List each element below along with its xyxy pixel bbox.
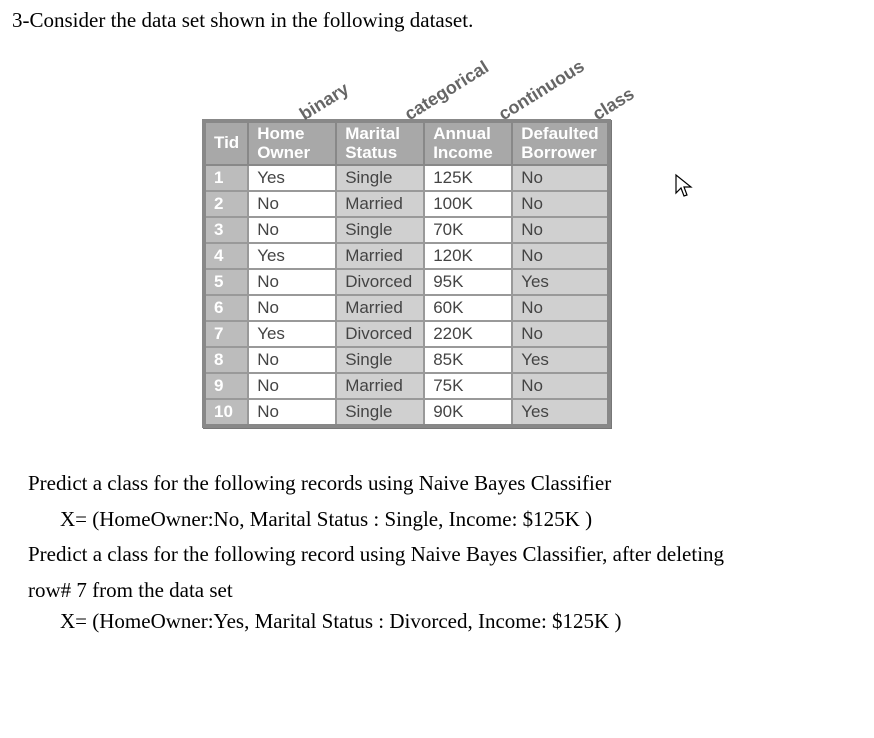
table-row: 6NoMarried60KNo bbox=[204, 295, 609, 321]
table-row: 2NoMarried100KNo bbox=[204, 191, 609, 217]
table-row: 4YesMarried120KNo bbox=[204, 243, 609, 269]
cell-home-owner: No bbox=[248, 191, 336, 217]
cell-home-owner: No bbox=[248, 399, 336, 426]
cell-annual-income: 90K bbox=[424, 399, 512, 426]
header-row: Tid Home Owner Marital Status Annual Inc… bbox=[204, 121, 609, 165]
q2-prompt-a: Predict a class for the following record… bbox=[28, 539, 724, 571]
header-home: Home Owner bbox=[248, 121, 336, 165]
cell-annual-income: 120K bbox=[424, 243, 512, 269]
questions-block: Predict a class for the following record… bbox=[12, 468, 862, 638]
cell-tid: 7 bbox=[204, 321, 248, 347]
q1-prompt: Predict a class for the following record… bbox=[28, 468, 611, 500]
label-categorical: categorical bbox=[401, 57, 493, 125]
cell-marital-status: Single bbox=[336, 399, 424, 426]
cell-defaulted-borrower: No bbox=[512, 295, 608, 321]
cell-defaulted-borrower: No bbox=[512, 321, 608, 347]
cell-marital-status: Married bbox=[336, 191, 424, 217]
q1-record: X= (HomeOwner:No, Marital Status : Singl… bbox=[60, 504, 862, 536]
table-row: 7YesDivorced220KNo bbox=[204, 321, 609, 347]
header-marital-l2: Status bbox=[345, 143, 397, 162]
cell-tid: 3 bbox=[204, 217, 248, 243]
dataset-figure: binary categorical continuous class Tid … bbox=[202, 63, 652, 428]
question-title: 3-Consider the data set shown in the fol… bbox=[12, 8, 862, 33]
cell-annual-income: 100K bbox=[424, 191, 512, 217]
header-home-l1: Home bbox=[257, 124, 304, 143]
label-binary: binary bbox=[296, 79, 353, 125]
header-marital: Marital Status bbox=[336, 121, 424, 165]
cell-annual-income: 70K bbox=[424, 217, 512, 243]
label-continuous: continuous bbox=[495, 56, 588, 125]
cell-home-owner: No bbox=[248, 373, 336, 399]
dataset-table: Tid Home Owner Marital Status Annual Inc… bbox=[202, 119, 611, 428]
cell-defaulted-borrower: No bbox=[512, 373, 608, 399]
header-default-l2: Borrower bbox=[521, 143, 597, 162]
cell-defaulted-borrower: No bbox=[512, 217, 608, 243]
cell-annual-income: 85K bbox=[424, 347, 512, 373]
cell-marital-status: Single bbox=[336, 347, 424, 373]
cell-annual-income: 125K bbox=[424, 165, 512, 191]
cell-home-owner: No bbox=[248, 347, 336, 373]
cell-home-owner: Yes bbox=[248, 165, 336, 191]
cell-annual-income: 220K bbox=[424, 321, 512, 347]
cell-home-owner: Yes bbox=[248, 243, 336, 269]
cell-marital-status: Single bbox=[336, 217, 424, 243]
table-row: 1YesSingle125KNo bbox=[204, 165, 609, 191]
header-default: Defaulted Borrower bbox=[512, 121, 608, 165]
cell-annual-income: 60K bbox=[424, 295, 512, 321]
label-class: class bbox=[589, 83, 638, 125]
table-row: 3NoSingle70KNo bbox=[204, 217, 609, 243]
header-tid: Tid bbox=[204, 121, 248, 165]
q2-prompt-b: row# 7 from the data set bbox=[28, 575, 862, 607]
table-row: 9NoMarried75KNo bbox=[204, 373, 609, 399]
cell-tid: 8 bbox=[204, 347, 248, 373]
table-row: 10NoSingle90KYes bbox=[204, 399, 609, 426]
cell-home-owner: No bbox=[248, 295, 336, 321]
table-row: 5NoDivorced95KYes bbox=[204, 269, 609, 295]
cell-home-owner: No bbox=[248, 269, 336, 295]
cell-marital-status: Divorced bbox=[336, 321, 424, 347]
cell-marital-status: Married bbox=[336, 243, 424, 269]
table-row: 8NoSingle85KYes bbox=[204, 347, 609, 373]
cell-marital-status: Married bbox=[336, 373, 424, 399]
cell-defaulted-borrower: Yes bbox=[512, 269, 608, 295]
header-income: Annual Income bbox=[424, 121, 512, 165]
cell-defaulted-borrower: Yes bbox=[512, 347, 608, 373]
cell-annual-income: 75K bbox=[424, 373, 512, 399]
cell-tid: 4 bbox=[204, 243, 248, 269]
cell-defaulted-borrower: No bbox=[512, 243, 608, 269]
cell-annual-income: 95K bbox=[424, 269, 512, 295]
cell-marital-status: Married bbox=[336, 295, 424, 321]
cursor-icon bbox=[674, 173, 694, 205]
cell-tid: 6 bbox=[204, 295, 248, 321]
diagonal-labels: binary categorical continuous class bbox=[202, 63, 652, 119]
cell-marital-status: Divorced bbox=[336, 269, 424, 295]
cell-tid: 5 bbox=[204, 269, 248, 295]
header-home-l2: Owner bbox=[257, 143, 310, 162]
header-income-l1: Annual bbox=[433, 124, 491, 143]
header-marital-l1: Marital bbox=[345, 124, 400, 143]
cell-defaulted-borrower: Yes bbox=[512, 399, 608, 426]
cell-tid: 2 bbox=[204, 191, 248, 217]
q2-record: X= (HomeOwner:Yes, Marital Status : Divo… bbox=[60, 606, 862, 638]
cell-tid: 1 bbox=[204, 165, 248, 191]
header-default-l1: Defaulted bbox=[521, 124, 598, 143]
cell-home-owner: Yes bbox=[248, 321, 336, 347]
cell-tid: 10 bbox=[204, 399, 248, 426]
cell-home-owner: No bbox=[248, 217, 336, 243]
cell-marital-status: Single bbox=[336, 165, 424, 191]
cell-tid: 9 bbox=[204, 373, 248, 399]
cell-defaulted-borrower: No bbox=[512, 191, 608, 217]
cell-defaulted-borrower: No bbox=[512, 165, 608, 191]
header-income-l2: Income bbox=[433, 143, 493, 162]
